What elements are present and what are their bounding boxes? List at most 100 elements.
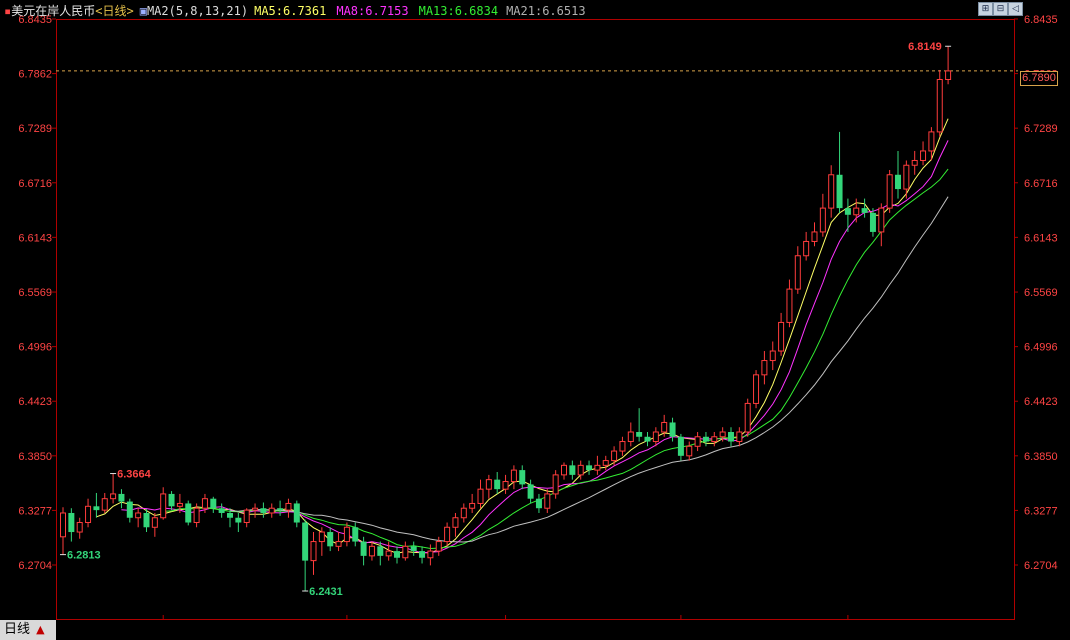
candle-body[interactable] [285, 502, 292, 511]
candle-body[interactable] [811, 231, 818, 242]
candle-body[interactable] [135, 512, 142, 519]
candle-body[interactable] [260, 508, 267, 513]
indicator-name[interactable]: MA2(5,8,13,21) [147, 4, 248, 18]
candle-body[interactable] [586, 465, 593, 471]
candle-body[interactable] [819, 207, 826, 233]
candle-body[interactable] [920, 150, 927, 161]
candle-body[interactable] [936, 78, 943, 133]
candle-body[interactable] [619, 441, 626, 452]
candle-body[interactable] [68, 512, 75, 533]
candle-body[interactable] [327, 532, 334, 547]
toolbar-button-3[interactable]: ◁ [1008, 2, 1023, 16]
candle-body[interactable] [310, 541, 317, 562]
candle-body[interactable] [669, 422, 676, 437]
candle-body[interactable] [485, 479, 492, 490]
candle-body[interactable] [444, 526, 451, 543]
candle-body[interactable] [869, 212, 876, 232]
candle-body[interactable] [151, 517, 158, 528]
candle-body[interactable] [318, 531, 325, 543]
candle-body[interactable] [686, 445, 693, 457]
tab-arrow-up-icon[interactable]: ▲ [34, 623, 44, 636]
toolbar-button-1[interactable]: ⊞ [978, 2, 993, 16]
candle-body[interactable] [711, 436, 718, 443]
candle-body[interactable] [435, 541, 442, 552]
candle-body[interactable] [945, 70, 952, 80]
candle-body[interactable] [803, 240, 810, 257]
candle-body[interactable] [911, 159, 918, 166]
candle-body[interactable] [243, 509, 250, 524]
candle-body[interactable] [101, 498, 108, 511]
candle-body[interactable] [93, 506, 100, 511]
candle-body[interactable] [895, 174, 901, 190]
candle-body[interactable] [886, 174, 893, 209]
candle-body[interactable] [561, 464, 567, 476]
candle-body[interactable] [76, 522, 83, 533]
candle-body[interactable] [719, 431, 726, 438]
candle-body[interactable] [460, 507, 467, 519]
candle-body[interactable] [502, 481, 509, 490]
candle-body[interactable] [118, 493, 125, 502]
candle-body[interactable] [494, 479, 501, 490]
candle-body[interactable] [794, 255, 801, 290]
candle-body[interactable] [410, 546, 417, 552]
candle-body[interactable] [85, 505, 92, 524]
candle-body[interactable] [844, 208, 851, 215]
candle-body[interactable] [218, 508, 225, 513]
candle-body[interactable] [193, 507, 200, 524]
candle-body[interactable] [836, 174, 843, 209]
candle-body[interactable] [368, 545, 375, 557]
candle-body[interactable] [861, 208, 868, 213]
candle-body[interactable] [394, 551, 400, 558]
candle-body[interactable] [627, 431, 634, 443]
candle-body[interactable] [277, 508, 284, 511]
candle-body[interactable] [352, 527, 359, 542]
candle-body[interactable] [702, 436, 709, 442]
candle-body[interactable] [252, 507, 259, 511]
candle-body[interactable] [302, 522, 309, 561]
candle-body[interactable] [569, 465, 576, 475]
candle-body[interactable] [168, 493, 175, 507]
candle-body[interactable] [552, 474, 559, 495]
candle-body[interactable] [636, 432, 643, 437]
candle-body[interactable] [611, 450, 618, 462]
candle-body[interactable] [928, 131, 935, 152]
candle-body[interactable] [185, 503, 192, 523]
candle-body[interactable] [744, 402, 751, 433]
period-tab[interactable]: 日线 ▲ [0, 620, 56, 640]
candle-body[interactable] [694, 436, 701, 447]
candle-body[interactable] [176, 502, 183, 507]
candle-body[interactable] [377, 546, 384, 556]
candle-body[interactable] [544, 493, 551, 509]
candle-body[interactable] [778, 321, 785, 352]
candle-body[interactable] [469, 502, 476, 509]
candle-body[interactable] [903, 164, 910, 190]
candle-body[interactable] [293, 503, 300, 523]
candle-body[interactable] [201, 498, 208, 509]
toolbar-button-2[interactable]: ⊟ [993, 2, 1008, 16]
candle-body[interactable] [343, 526, 350, 543]
candle-body[interactable] [126, 501, 133, 518]
candle-body[interactable] [728, 432, 734, 442]
candle-body[interactable] [677, 436, 684, 456]
candle-body[interactable] [652, 431, 659, 443]
candle-body[interactable] [360, 541, 367, 556]
candle-body[interactable] [736, 431, 743, 443]
candle-body[interactable] [878, 207, 885, 233]
candle-body[interactable] [227, 512, 233, 518]
candle-body[interactable] [210, 498, 217, 509]
candle-body[interactable] [160, 493, 167, 519]
candle-body[interactable] [644, 436, 651, 442]
candle-body[interactable] [268, 507, 275, 514]
candle-body[interactable] [828, 174, 835, 209]
candle-body[interactable] [110, 493, 117, 500]
candle-body[interactable] [427, 550, 434, 559]
candle-body[interactable] [419, 551, 426, 558]
candle-body[interactable] [761, 360, 768, 376]
candle-body[interactable] [402, 545, 409, 559]
candlestick-chart[interactable]: 6.84356.84356.78626.78626.72896.72896.67… [0, 0, 1070, 640]
candle-body[interactable] [235, 517, 242, 523]
candle-body[interactable] [602, 460, 609, 466]
candle-body[interactable] [519, 470, 526, 485]
candle-body[interactable] [477, 488, 484, 504]
candle-body[interactable] [510, 469, 517, 483]
